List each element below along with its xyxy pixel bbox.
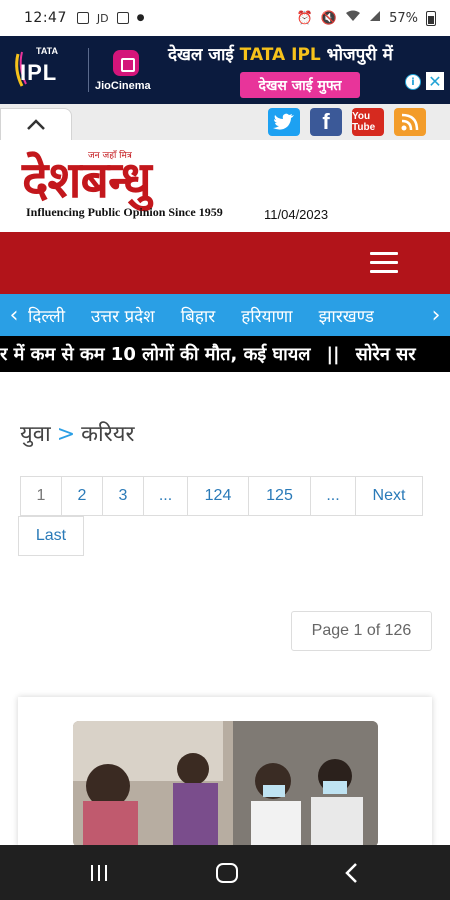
facebook-icon[interactable]: f xyxy=(310,108,342,136)
logo-tagline: Influencing Public Opinion Since 1959 xyxy=(26,205,223,219)
social-row: f You Tube xyxy=(0,104,450,140)
twitter-icon[interactable] xyxy=(268,108,300,136)
ticker-separator: || xyxy=(326,343,340,365)
wifi-icon xyxy=(345,10,361,26)
breadcrumb-parent[interactable]: युवा xyxy=(20,422,51,447)
jd-icon: JD xyxy=(96,11,109,25)
chevron-left-icon[interactable]: ‹ xyxy=(0,303,28,328)
category-list: दिल्ली उत्तर प्रदेश बिहार हरियाणा झारखण्… xyxy=(28,304,422,327)
page-link-active[interactable]: 1 xyxy=(20,476,62,516)
next-page-link[interactable]: Next xyxy=(355,476,423,516)
page-link[interactable]: 3 xyxy=(102,476,144,516)
masthead: जन जहाँ मित्र देशबन्धु Influencing Publi… xyxy=(0,140,450,232)
youtube-icon[interactable]: You Tube xyxy=(352,108,384,136)
ticker-text: र में कम से कम 10 लोगों की मौत, कई घायल xyxy=(0,344,311,365)
page-ellipsis: ... xyxy=(143,476,188,516)
battery-percent: 57% xyxy=(389,10,418,26)
ad-headline: देखल जाई TATA IPL भोजपुरी में xyxy=(168,42,393,65)
article-image[interactable] xyxy=(73,721,378,847)
notification-dot-icon: ● xyxy=(136,13,145,23)
site-logo[interactable]: देशबन्धु xyxy=(22,152,152,208)
breadcrumb: युवा > करियर xyxy=(20,418,135,448)
ad-brand-top: TATA xyxy=(36,46,58,56)
main-nav-bar xyxy=(0,232,450,294)
ad-headline-post: भोजपुरी में xyxy=(320,45,393,65)
breadcrumb-current: करियर xyxy=(81,422,135,447)
ad-banner[interactable]: TATA IPL JioCinema देखल जाई TATA IPL भोज… xyxy=(0,36,450,104)
news-ticker[interactable]: र में कम से कम 10 लोगों की मौत, कई घायल … xyxy=(0,336,450,372)
mute-icon: 🔇 xyxy=(320,10,338,26)
hamburger-menu-icon[interactable] xyxy=(368,252,400,274)
ad-divider xyxy=(88,48,89,92)
ad-headline-highlight: TATA IPL xyxy=(239,45,321,65)
signal-icon xyxy=(369,10,381,26)
image-icon xyxy=(76,12,89,24)
rss-icon[interactable] xyxy=(394,108,426,136)
collapse-button[interactable] xyxy=(0,108,72,140)
page-link[interactable]: 125 xyxy=(248,476,311,516)
ticker-next: सोरेन सर xyxy=(355,344,416,365)
chevron-up-icon xyxy=(27,118,45,130)
home-icon[interactable] xyxy=(216,863,238,883)
page-link[interactable]: 2 xyxy=(61,476,103,516)
page-ellipsis: ... xyxy=(310,476,356,516)
ad-cta-button[interactable]: देखस जाई मुफ्त xyxy=(240,72,360,98)
ad-close-icon[interactable]: ✕ xyxy=(426,72,444,91)
recent-apps-icon[interactable] xyxy=(91,865,113,881)
breadcrumb-separator: > xyxy=(56,422,76,447)
jiocinema-icon xyxy=(113,50,139,76)
android-nav-bar xyxy=(0,845,450,900)
app-icon xyxy=(116,12,129,24)
category-nav: ‹ दिल्ली उत्तर प्रदेश बिहार हरियाणा झारख… xyxy=(0,294,450,336)
page-link[interactable]: 124 xyxy=(187,476,249,516)
page: 12:47 JD ● ⏰ 🔇 57% TATA IPL JioCinema दे… xyxy=(0,0,450,900)
category-item[interactable]: झारखण्ड xyxy=(319,304,374,327)
status-time: 12:47 xyxy=(24,10,67,26)
battery-icon xyxy=(426,10,436,26)
last-page-link[interactable]: Last xyxy=(18,516,84,556)
ad-partner: JioCinema xyxy=(95,80,151,92)
category-item[interactable]: उत्तर प्रदेश xyxy=(91,304,155,327)
back-icon[interactable] xyxy=(344,862,360,884)
chevron-right-icon[interactable]: › xyxy=(422,303,450,328)
article-card[interactable] xyxy=(18,697,432,847)
ad-brand: IPL xyxy=(20,60,58,85)
status-right: ⏰ 🔇 57% xyxy=(289,10,436,26)
category-item[interactable]: बिहार xyxy=(181,304,216,327)
ad-headline-pre: देखल जाई xyxy=(168,45,240,65)
status-bar: 12:47 JD ● ⏰ 🔇 57% xyxy=(0,0,450,36)
alarm-icon: ⏰ xyxy=(296,10,313,26)
masthead-date: 11/04/2023 xyxy=(264,207,329,222)
category-item[interactable]: दिल्ली xyxy=(28,304,65,327)
category-item[interactable]: हरियाणा xyxy=(241,304,292,327)
ad-info-icon[interactable]: i xyxy=(405,74,421,90)
page-count: Page 1 of 126 xyxy=(291,611,432,651)
